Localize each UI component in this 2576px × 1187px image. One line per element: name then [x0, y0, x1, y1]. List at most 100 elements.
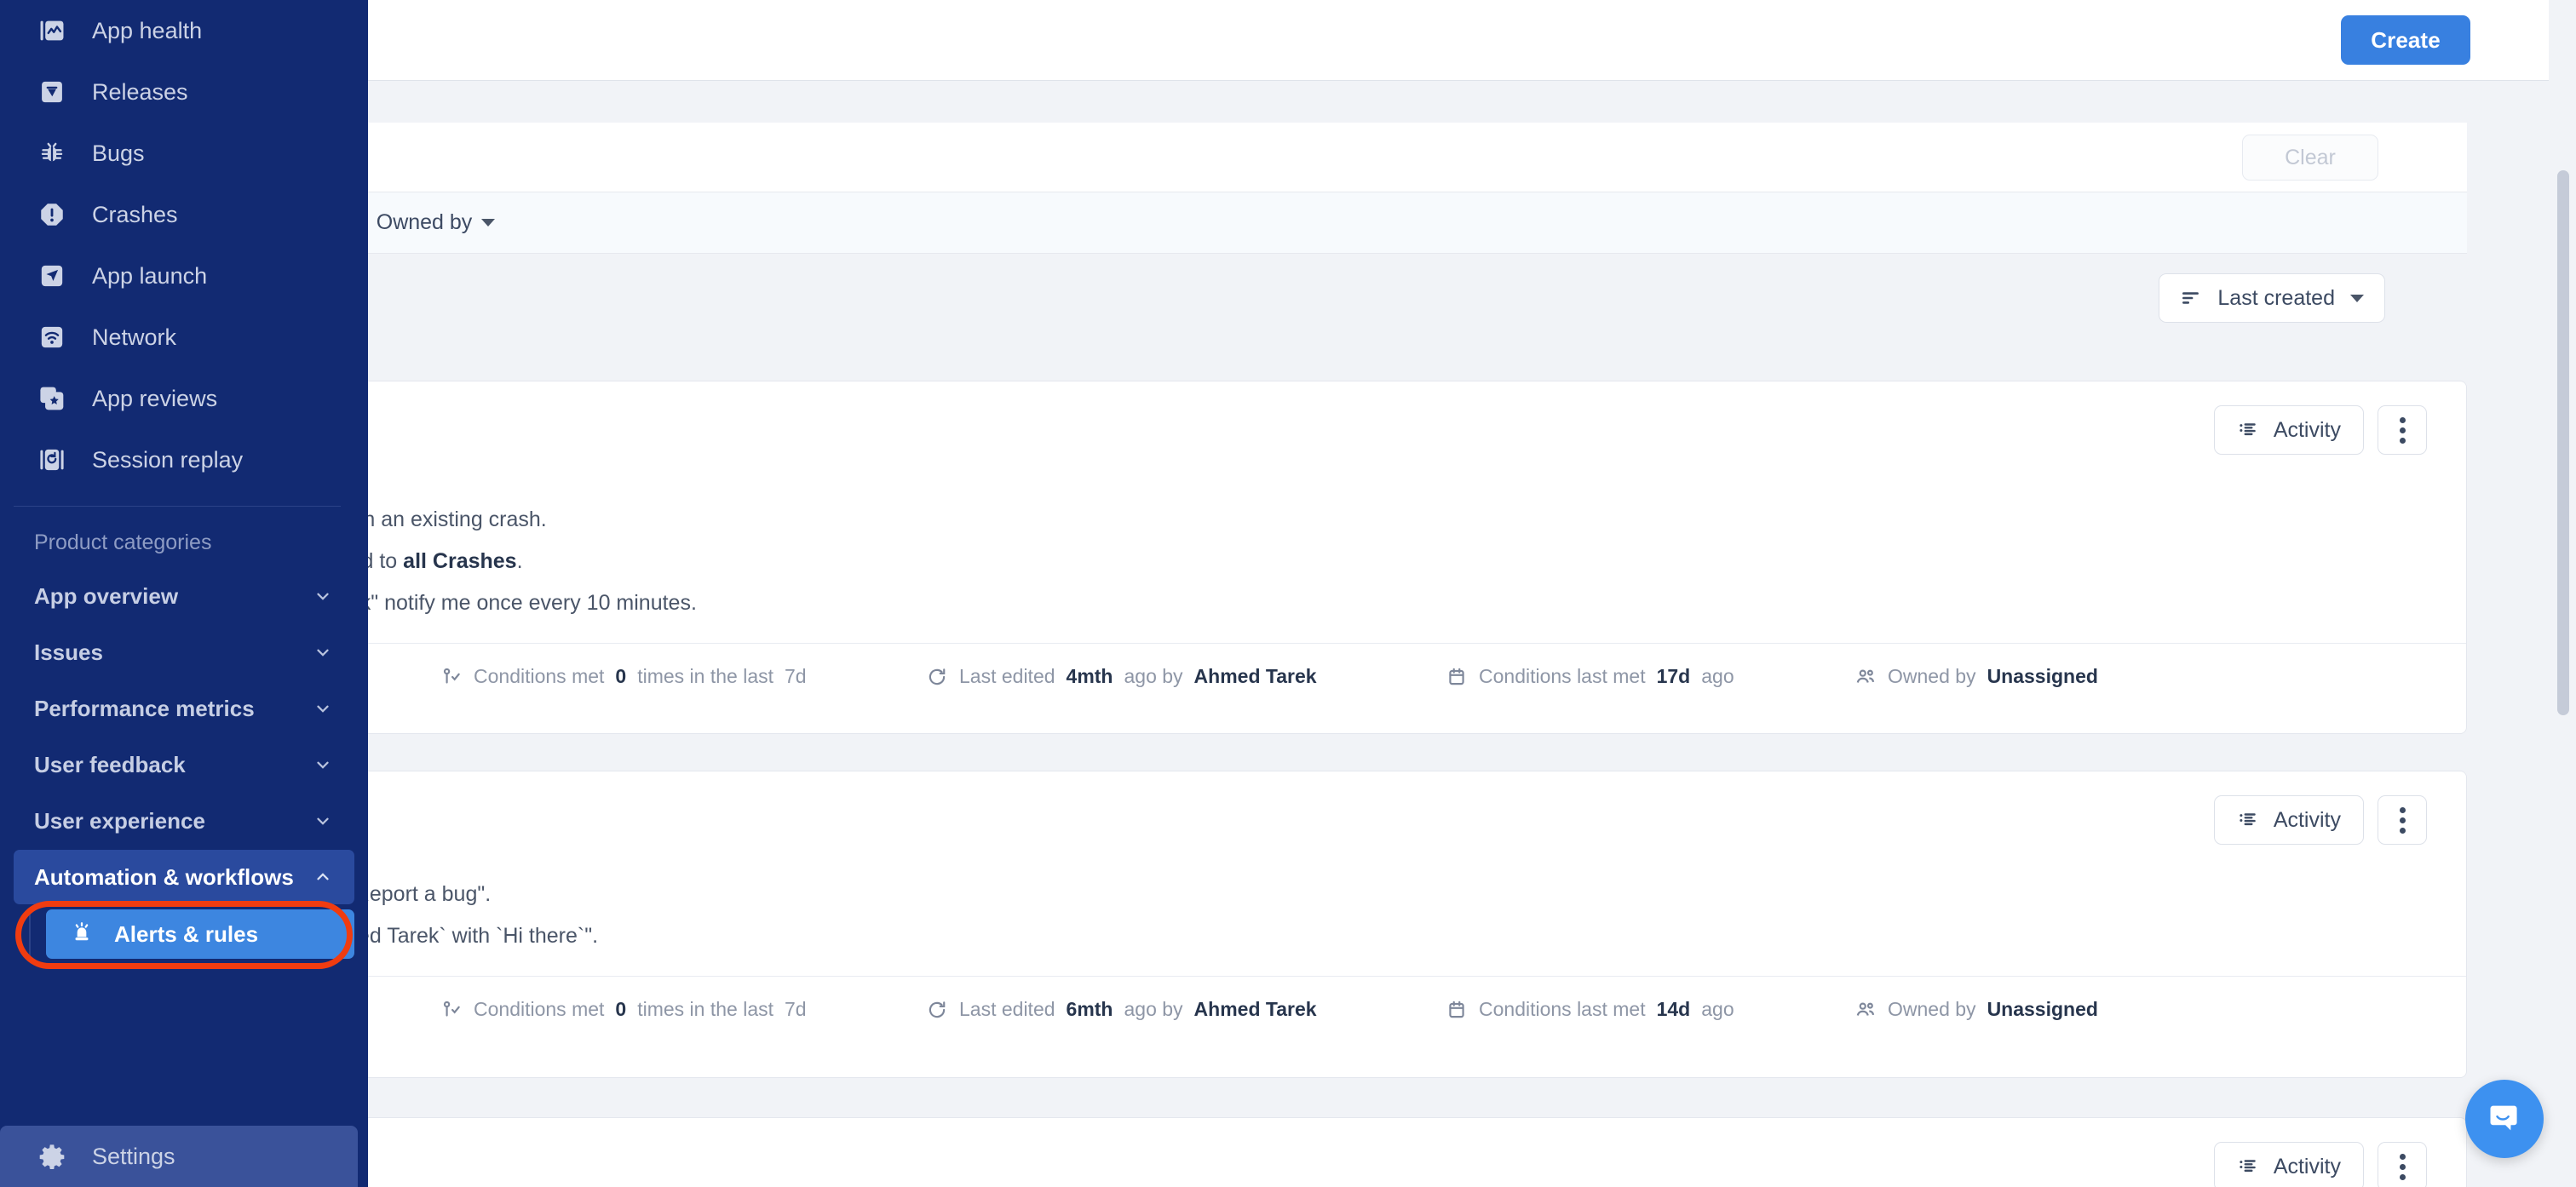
vertical-scrollbar-thumb[interactable]: [2557, 170, 2569, 715]
activity-button[interactable]: Activity: [2213, 795, 2364, 845]
kebab-dot: [2399, 817, 2406, 823]
sidebar-item-network[interactable]: Network: [0, 307, 368, 368]
sidebar-category-user-feedback[interactable]: User feedback: [14, 737, 354, 792]
conditions-check-icon: [443, 668, 460, 684]
top-header-bar: Create: [0, 0, 2549, 81]
chevron-down-icon: [317, 817, 329, 825]
list-icon: [2240, 1160, 2256, 1173]
list-icon: [2240, 423, 2256, 436]
rule-card-meta: Created by Ahmed Tarek Conditions met 0 …: [1, 976, 2466, 1042]
activity-button[interactable]: Activity: [2213, 1142, 2364, 1187]
sidebar-category-automation-workflows[interactable]: Automation & workflows: [14, 850, 354, 904]
releases-icon: [42, 81, 62, 103]
more-options-button[interactable]: [2378, 1142, 2427, 1187]
sort-button[interactable]: Last created: [2159, 273, 2385, 323]
kebab-dot: [2399, 1153, 2406, 1160]
rule-card-actions: Activity: [2213, 1142, 2427, 1187]
meta-conditions-met-count: 0: [615, 998, 627, 1020]
chevron-up-icon: [317, 873, 329, 880]
rule-card-line: Then, send and forward it to "Slack" not…: [40, 591, 697, 615]
rule-card-line: Alert me about crashes.: [40, 457, 2427, 499]
sort-button-label: Last created: [2217, 285, 2335, 310]
sidebar-item-bugs[interactable]: Bugs: [0, 123, 368, 184]
left-sidebar: App health Releases Bugs Crashes App lau…: [0, 0, 368, 1187]
chat-launcher-button[interactable]: [2465, 1080, 2544, 1158]
vertical-scrollbar-track[interactable]: [2549, 82, 2576, 1187]
kebab-dot: [2399, 416, 2406, 423]
rule-card-line: Conditions: This rule will be applied to…: [40, 541, 2427, 582]
calendar-icon: [1449, 668, 1464, 685]
more-options-button[interactable]: [2378, 795, 2427, 845]
activity-button[interactable]: Activity: [2213, 405, 2364, 455]
sidebar-item-crashes[interactable]: Crashes: [0, 184, 368, 245]
meta-last-edited: Last edited 4mth ago by Ahmed Tarek: [926, 665, 1446, 688]
sidebar-item-alerts-and-rules[interactable]: Alerts & rules: [46, 909, 354, 959]
sidebar-item-settings[interactable]: Settings: [0, 1126, 358, 1187]
activity-button-label: Activity: [2273, 1154, 2341, 1178]
meta-last-edited-by: Ahmed Tarek: [1193, 998, 1317, 1020]
meta-conditions-met-prefix: Conditions met: [474, 998, 605, 1020]
sidebar-item-app-launch[interactable]: App launch: [0, 245, 368, 307]
rule-card-body: High network latency: [1, 1118, 2466, 1187]
meta-owned-by: Owned by Unassigned: [1854, 998, 2098, 1021]
rule-card-title: Crash reopened: [40, 407, 2427, 435]
chat-bubble-icon: [2490, 1105, 2517, 1131]
chevron-down-icon: [317, 593, 329, 600]
list-icon: [2240, 813, 2256, 826]
sidebar-item-label: App health: [92, 17, 203, 43]
rule-card-body: Crash reopened Alert me about crashes. W…: [1, 381, 2466, 643]
main-content: Create Clear Alert type Integration Owne…: [0, 0, 2576, 1187]
meta-conditions-last-met-value: 14d: [1656, 998, 1691, 1020]
people-icon: [1856, 1002, 1875, 1016]
meta-last-edited: Last edited 6mth ago by Ahmed Tarek: [926, 998, 1446, 1021]
sidebar-category-user-experience[interactable]: User experience: [14, 794, 354, 848]
meta-last-edited-prefix: Last edited: [959, 998, 1055, 1020]
clear-search-button[interactable]: Clear: [2242, 135, 2378, 181]
sidebar-item-label: Network: [92, 324, 177, 350]
calendar-icon: [1449, 1001, 1464, 1018]
sidebar-section-label: Product categories: [34, 530, 212, 554]
bug-icon: [41, 142, 63, 162]
header-spacer-band: [0, 82, 2549, 123]
sidebar-item-label: Crashes: [92, 201, 178, 227]
search-bar-row: Clear: [0, 123, 2467, 192]
activity-button-label: Activity: [2273, 417, 2341, 442]
sidebar-item-releases[interactable]: Releases: [0, 61, 368, 123]
meta-conditions-met-mid: times in the last: [637, 665, 774, 687]
meta-conditions-last-met-suffix: ago: [1701, 665, 1734, 687]
meta-conditions-last-met-suffix: ago: [1701, 998, 1734, 1020]
rule-card[interactable]: Activity Crash reopened Alert me about c…: [0, 381, 2467, 734]
kebab-dot: [2399, 827, 2406, 834]
create-button[interactable]: Create: [2341, 15, 2470, 65]
rule-card[interactable]: Activity High network latency: [0, 1117, 2467, 1187]
rule-card[interactable]: Activity Alert me about bugs. When a new…: [0, 771, 2467, 1078]
sidebar-item-label: Releases: [92, 78, 188, 105]
sidebar-subitem-rail: [29, 909, 31, 959]
sidebar-item-app-health[interactable]: App health: [0, 0, 368, 61]
sort-icon: [2182, 292, 2199, 304]
meta-last-edited-mid: ago by: [1124, 665, 1183, 687]
meta-conditions-last-met: Conditions last met 17d ago: [1446, 665, 1854, 688]
sidebar-item-session-replay[interactable]: Session replay: [0, 429, 368, 490]
sidebar-category-app-overview[interactable]: App overview: [14, 569, 354, 623]
gear-icon: [39, 1144, 65, 1170]
meta-conditions-met-mid: times in the last: [637, 998, 774, 1020]
sidebar-item-app-reviews[interactable]: App reviews: [0, 368, 368, 429]
rule-card-body: Alert me about bugs. When a new bug is r…: [1, 771, 2466, 976]
sidebar-category-label: Performance metrics: [34, 695, 255, 721]
meta-conditions-met: Conditions met 0 times in the last 7d: [440, 665, 926, 688]
filters-row: Alert type Integration Owned by: [0, 192, 2467, 254]
kebab-dot: [2399, 1163, 2406, 1170]
meta-conditions-met-prefix: Conditions met: [474, 665, 605, 687]
sidebar-category-performance-metrics[interactable]: Performance metrics: [14, 681, 354, 736]
sidebar-item-label: Settings: [92, 1143, 175, 1169]
sidebar-category-label: User experience: [34, 807, 205, 834]
sidebar-category-issues[interactable]: Issues: [14, 625, 354, 680]
chevron-down-icon: [481, 219, 496, 227]
filter-owned-by-label: Owned by: [376, 210, 473, 234]
meta-conditions-met: Conditions met 0 times in the last 7d: [440, 998, 926, 1021]
filter-owned-by[interactable]: Owned by: [377, 210, 496, 235]
sidebar-item-label: App reviews: [92, 385, 218, 411]
sort-row: Last created: [0, 255, 2467, 340]
more-options-button[interactable]: [2378, 405, 2427, 455]
